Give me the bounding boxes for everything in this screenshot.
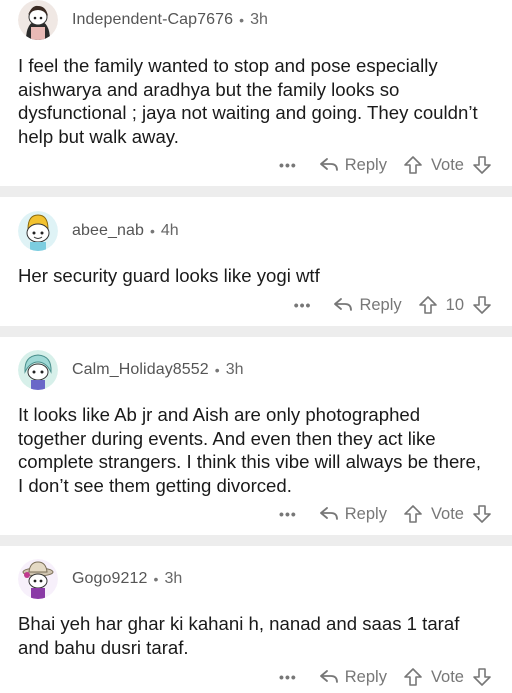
upvote-arrow-icon[interactable] <box>403 667 423 687</box>
meta-separator: • <box>214 362 220 378</box>
comment-card: Independent-Cap7676 • 3h I feel the fami… <box>0 0 512 186</box>
reply-label: Reply <box>359 295 402 314</box>
snoo-avatar-dark-hair-icon[interactable] <box>18 0 58 40</box>
comment-timestamp: 4h <box>160 222 179 239</box>
comment-actions: ••• Reply 10 <box>294 292 492 318</box>
snoo-avatar-teal-hair-icon[interactable] <box>18 350 58 390</box>
comment-username[interactable]: Calm_Holiday8552 <box>72 361 209 379</box>
upvote-arrow-icon[interactable] <box>403 155 423 175</box>
reply-button[interactable]: Reply <box>333 295 402 315</box>
comment-timestamp: 3h <box>164 570 183 587</box>
comment-header: abee_nab • 4h <box>18 211 179 251</box>
downvote-arrow-icon[interactable] <box>472 504 492 524</box>
vote-label: Vote <box>430 667 464 686</box>
meta-separator: • <box>239 12 245 28</box>
vote-control: Vote <box>403 155 492 175</box>
comment-username[interactable]: abee_nab <box>72 222 144 240</box>
more-options-button[interactable]: ••• <box>279 506 297 522</box>
vote-control: Vote <box>403 504 492 524</box>
reply-button[interactable]: Reply <box>319 668 387 687</box>
downvote-arrow-icon[interactable] <box>472 155 492 175</box>
snoo-avatar-hat-icon[interactable] <box>18 559 58 599</box>
comment-text: Bhai yeh har ghar ki kahani h, nanad and… <box>18 613 460 658</box>
upvote-arrow-icon[interactable] <box>403 504 423 524</box>
comment-text: I feel the family wanted to stop and pos… <box>18 55 478 147</box>
snoo-avatar-banana-icon[interactable] <box>18 211 58 251</box>
comment-card: abee_nab • 4h Her security guard looks l… <box>0 197 512 326</box>
comment-username[interactable]: Independent-Cap7676 <box>72 11 233 29</box>
reply-button[interactable]: Reply <box>319 505 387 524</box>
comment-header: Calm_Holiday8552 • 3h <box>18 350 244 390</box>
vote-label: Vote <box>430 155 464 174</box>
reply-label: Reply <box>344 155 387 174</box>
more-options-button[interactable]: ••• <box>279 669 297 685</box>
reply-arrow-icon <box>319 669 345 685</box>
reply-label: Reply <box>344 667 387 686</box>
downvote-arrow-icon[interactable] <box>472 667 492 687</box>
vote-label: Vote <box>430 504 464 523</box>
comment-text: Her security guard looks like yogi wtf <box>18 265 320 286</box>
reply-button[interactable]: Reply <box>319 156 387 175</box>
more-options-button[interactable]: ••• <box>294 297 312 313</box>
comment-text: It looks like Ab jr and Aish are only ph… <box>18 404 481 496</box>
reply-arrow-icon <box>333 297 359 313</box>
vote-control: Vote <box>403 667 492 687</box>
meta-separator: • <box>153 571 159 587</box>
comment-actions: ••• Reply Vote <box>279 501 492 527</box>
vote-count: 10 <box>445 295 464 314</box>
reply-label: Reply <box>344 504 387 523</box>
reply-arrow-icon <box>319 506 345 522</box>
comment-header: Gogo9212 • 3h <box>18 559 182 599</box>
comment-header: Independent-Cap7676 • 3h <box>18 0 268 40</box>
comment-actions: ••• Reply Vote <box>279 152 492 178</box>
upvote-arrow-icon[interactable] <box>418 295 438 315</box>
reply-arrow-icon <box>319 157 345 173</box>
comment-actions: ••• Reply Vote <box>279 664 492 690</box>
comment-timestamp: 3h <box>250 11 268 28</box>
comment-username[interactable]: Gogo9212 <box>72 570 148 588</box>
meta-separator: • <box>150 223 155 239</box>
vote-control: 10 <box>418 295 492 315</box>
comment-timestamp: 3h <box>225 361 244 378</box>
comment-card: Gogo9212 • 3h Bhai yeh har ghar ki kahan… <box>0 546 512 693</box>
downvote-arrow-icon[interactable] <box>472 295 492 315</box>
more-options-button[interactable]: ••• <box>279 157 297 173</box>
comment-card: Calm_Holiday8552 • 3h It looks like Ab j… <box>0 337 512 535</box>
